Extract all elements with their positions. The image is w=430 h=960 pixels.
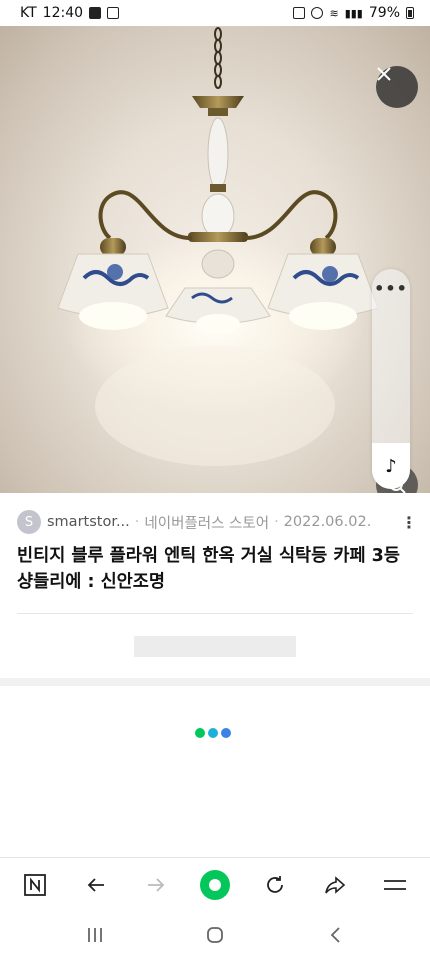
clock: 12:40	[42, 5, 84, 21]
battery-level: 79%	[368, 5, 400, 21]
refresh-button[interactable]	[258, 868, 292, 902]
share-icon	[325, 876, 346, 894]
home-green-button[interactable]	[198, 868, 232, 902]
system-nav-bar	[0, 911, 430, 960]
wifi-icon: ≋	[329, 6, 339, 20]
browser-toolbar	[0, 857, 430, 911]
carrier-label: KT	[20, 5, 37, 21]
naver-home-button[interactable]	[18, 868, 52, 902]
product-image[interactable]: ••• ♪	[0, 26, 430, 493]
menu-icon	[384, 880, 406, 890]
system-back-button[interactable]	[321, 923, 351, 947]
recents-button[interactable]	[80, 923, 110, 947]
separator: ·	[134, 514, 140, 530]
side-panel[interactable]: ••• ♪	[372, 269, 410, 489]
loading-placeholder	[134, 636, 296, 657]
naver-n-icon	[24, 874, 46, 896]
back-button[interactable]	[79, 868, 113, 902]
loading-indicator	[195, 728, 231, 738]
refresh-icon	[267, 876, 283, 893]
battery-icon	[406, 7, 414, 19]
home-button[interactable]	[200, 923, 230, 947]
divider	[17, 613, 413, 614]
store-name[interactable]: 네이버플러스 스토어	[144, 512, 269, 533]
back-arrow-icon	[87, 878, 104, 892]
music-note-icon: ♪	[385, 455, 397, 477]
separator: ·	[274, 514, 279, 530]
music-button[interactable]: ♪	[372, 443, 410, 489]
chandelier-illustration	[57, 27, 379, 466]
loading-dot	[195, 728, 205, 738]
source-row: S smartstor... · 네이버플러스 스토어 · 2022.06.02…	[17, 510, 417, 534]
post-date: 2022.06.02.	[283, 514, 372, 530]
forward-arrow-icon	[148, 878, 165, 892]
gallery-notification-icon	[89, 7, 102, 19]
close-icon	[377, 67, 391, 81]
close-button[interactable]	[376, 66, 418, 108]
share-button[interactable]	[318, 868, 352, 902]
product-title[interactable]: 빈티지 블루 플라워 엔틱 한옥 거실 식탁등 카페 3등 샹들리에 : 신안조…	[17, 543, 417, 595]
forward-button[interactable]	[139, 868, 173, 902]
loading-dot	[221, 728, 231, 738]
source-avatar[interactable]: S	[17, 510, 41, 534]
home-green-icon	[200, 870, 230, 900]
more-options-icon[interactable]: •••	[372, 279, 410, 298]
signal-icon: ▮▮▮	[344, 6, 363, 20]
source-name[interactable]: smartstor...	[47, 514, 130, 530]
recents-icon	[88, 928, 102, 942]
section-divider	[0, 678, 430, 686]
lock-icon	[293, 7, 306, 19]
alarm-icon	[311, 7, 324, 19]
home-icon	[207, 927, 223, 943]
back-icon	[330, 927, 340, 943]
status-bar: KT 12:40 ≋ ▮▮▮ 79%	[0, 0, 430, 26]
loading-dot	[208, 728, 218, 738]
more-menu-icon[interactable]: ⋮	[401, 513, 417, 532]
app-notification-icon	[107, 7, 120, 19]
menu-button[interactable]	[378, 868, 412, 902]
